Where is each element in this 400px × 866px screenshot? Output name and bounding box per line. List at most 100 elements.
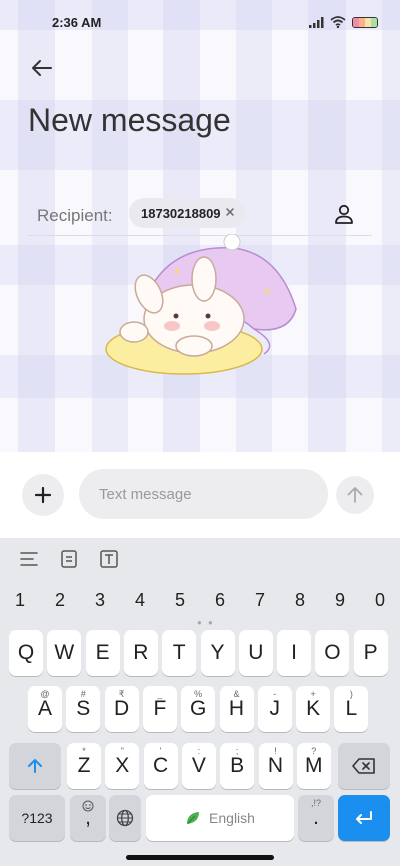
key-secondary-label: _ <box>157 689 163 699</box>
status-time: 2:36 AM <box>52 15 102 30</box>
key-s[interactable]: # S <box>66 686 101 732</box>
key-i[interactable]: I <box>277 630 312 676</box>
send-button[interactable] <box>336 476 374 514</box>
key-j[interactable]: -J <box>257 686 292 732</box>
number-key[interactable]: 2 <box>40 590 80 611</box>
key-label: English <box>209 810 255 826</box>
menu-icon[interactable] <box>19 549 39 569</box>
key-e[interactable]: E <box>85 630 120 676</box>
number-key[interactable]: 5 <box>160 590 200 611</box>
key-label: B <box>230 754 245 777</box>
leaf-icon <box>187 812 200 824</box>
period-key[interactable]: ,!?. <box>298 795 334 841</box>
home-indicator[interactable] <box>126 855 274 860</box>
comma-key[interactable]: , <box>70 795 106 841</box>
key-g[interactable]: % G <box>181 686 216 732</box>
key-label: Y <box>210 641 225 664</box>
recipient-chip[interactable]: 18730218809 <box>129 198 245 228</box>
recipient-label: Recipient: <box>37 206 113 225</box>
close-icon[interactable] <box>223 205 237 219</box>
key-label: H <box>228 697 245 720</box>
key-label: V <box>191 754 206 777</box>
globe-icon <box>116 809 134 827</box>
shift-key[interactable] <box>9 743 61 789</box>
back-button[interactable] <box>28 54 56 82</box>
key-p[interactable]: P <box>353 630 388 676</box>
key-secondary-label: ,!? <box>310 798 321 808</box>
key-label: N <box>267 754 284 777</box>
wifi-icon <box>330 16 346 28</box>
key-w[interactable]: W <box>47 630 82 676</box>
key-q[interactable]: Q <box>9 630 43 676</box>
key-l[interactable]: ) L <box>334 686 369 732</box>
key-label: W <box>54 641 75 664</box>
enter-key[interactable] <box>338 795 390 841</box>
key-o[interactable]: O <box>315 630 350 676</box>
key-secondary-label: ? <box>311 746 317 756</box>
key-label: X <box>115 754 130 777</box>
key-label: T <box>172 641 186 664</box>
number-key[interactable]: 6 <box>200 590 240 611</box>
key-x[interactable]: " X <box>105 743 140 789</box>
number-key[interactable]: 3 <box>80 590 120 611</box>
number-key[interactable]: 8 <box>280 590 320 611</box>
language-key[interactable] <box>109 795 141 841</box>
page-title: New message <box>28 102 231 138</box>
key-secondary-label: ₹ <box>118 689 125 699</box>
key-secondary-label: @ <box>40 689 50 699</box>
key-secondary-label: ' <box>159 746 162 756</box>
key-c[interactable]: ' C <box>143 743 178 789</box>
page-dots: ● ● <box>197 618 215 627</box>
key-label: M <box>305 754 323 777</box>
key-label: U <box>248 641 264 664</box>
key-label: I <box>291 641 298 664</box>
status-bar: 2:36 AM <box>0 0 400 44</box>
key-h[interactable]: & H <box>219 686 254 732</box>
key-secondary-label: * <box>82 746 86 756</box>
key-secondary-label: # <box>80 689 86 699</box>
key-v[interactable]: :V <box>181 743 216 789</box>
contacts-button[interactable] <box>332 202 356 226</box>
key-secondary-label: % <box>194 689 203 699</box>
shift-arrow-icon <box>28 759 42 773</box>
text-format-icon[interactable] <box>99 549 119 569</box>
key-secondary-label: & <box>233 689 240 699</box>
key-label: A <box>37 697 52 720</box>
number-key[interactable]: 1 <box>0 590 40 611</box>
key-label: Z <box>77 754 91 777</box>
key-a[interactable]: @ A <box>28 686 62 732</box>
key-t[interactable]: T <box>162 630 197 676</box>
key-label: K <box>306 697 321 720</box>
key-label: R <box>133 641 149 664</box>
attach-button[interactable] <box>22 474 64 516</box>
key-u[interactable]: U <box>238 630 273 676</box>
number-key[interactable]: 4 <box>120 590 160 611</box>
key-label: D <box>114 697 130 720</box>
key-label: S <box>76 697 91 720</box>
clipboard-icon[interactable] <box>59 549 79 569</box>
key-f[interactable]: _ F <box>142 686 177 732</box>
number-row: 1234567890 <box>0 590 400 620</box>
number-key[interactable]: 9 <box>320 590 360 611</box>
key-z[interactable]: * Z <box>67 743 101 789</box>
space-key[interactable]: English <box>146 795 294 841</box>
key-n[interactable]: ! N <box>258 743 293 789</box>
signal-icon <box>309 16 324 28</box>
recipient-row[interactable]: Recipient: 18730218809 <box>28 196 372 236</box>
key-r[interactable]: R <box>123 630 158 676</box>
message-input[interactable] <box>79 469 328 519</box>
person-icon <box>335 204 353 224</box>
key-label: O <box>324 641 341 664</box>
key-label: J <box>269 697 281 720</box>
key-k[interactable]: + K <box>296 686 331 732</box>
key-m[interactable]: ? M <box>296 743 331 789</box>
number-key[interactable]: 0 <box>360 590 400 611</box>
key-d[interactable]: ₹ D <box>104 686 139 732</box>
backspace-key[interactable] <box>338 743 390 789</box>
symbols-key[interactable]: ?123 <box>9 795 65 841</box>
arrow-up-icon <box>347 487 363 503</box>
key-y[interactable]: Y <box>200 630 235 676</box>
backspace-icon <box>352 758 375 774</box>
number-key[interactable]: 7 <box>240 590 280 611</box>
key-b[interactable]: ; B <box>220 743 255 789</box>
